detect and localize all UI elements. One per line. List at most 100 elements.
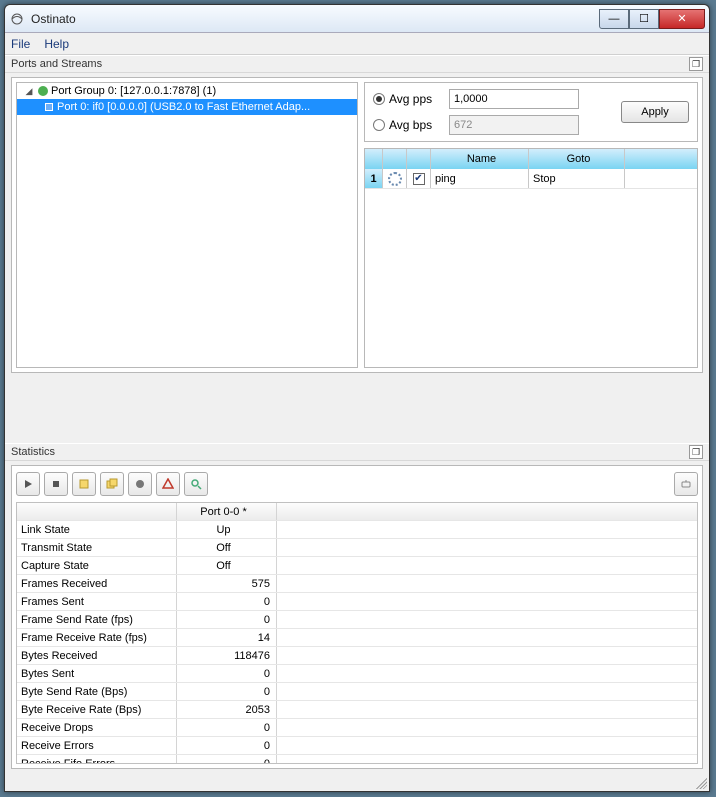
stats-value: 118476	[177, 647, 277, 664]
apply-button[interactable]: Apply	[621, 101, 689, 123]
stats-label: Frame Receive Rate (fps)	[17, 629, 177, 646]
stats-row: Transmit StateOff	[17, 539, 697, 557]
close-button[interactable]: ✕	[659, 9, 705, 29]
stats-label: Capture State	[17, 557, 177, 574]
play-button[interactable]	[16, 472, 40, 496]
port-row[interactable]: Port 0: if0 [0.0.0.0] (USB2.0 to Fast Et…	[17, 99, 357, 115]
row-index: 1	[365, 169, 383, 188]
stats-value: 0	[177, 719, 277, 736]
stats-label: Frames Received	[17, 575, 177, 592]
stats-row: Frame Receive Rate (fps)14	[17, 629, 697, 647]
stats-label: Byte Receive Rate (Bps)	[17, 701, 177, 718]
stats-row: Receive Errors0	[17, 737, 697, 755]
port-group-row[interactable]: ◢ Port Group 0: [127.0.0.1:7878] (1)	[17, 83, 357, 99]
stats-label: Receive Errors	[17, 737, 177, 754]
stats-row: Byte Receive Rate (Bps)2053	[17, 701, 697, 719]
stats-table[interactable]: Port 0-0 * Link StateUpTransmit StateOff…	[16, 502, 698, 764]
stats-value: Off	[177, 539, 277, 556]
status-dot-icon	[38, 86, 48, 96]
capture-start-button[interactable]	[128, 472, 152, 496]
stats-row: Frames Received575	[17, 575, 697, 593]
dock-ports-streams-title[interactable]: Ports and Streams ❐	[5, 55, 709, 73]
stats-value: 0	[177, 593, 277, 610]
stats-label: Frames Sent	[17, 593, 177, 610]
dock-ports-streams-label: Ports and Streams	[11, 58, 102, 70]
menubar: File Help	[5, 33, 709, 55]
avg-bps-field: 672	[449, 115, 579, 135]
port-label: Port 0: if0 [0.0.0.0] (USB2.0 to Fast Et…	[57, 101, 310, 113]
stats-row: Link StateUp	[17, 521, 697, 539]
stats-label: Receive Drops	[17, 719, 177, 736]
titlebar[interactable]: Ostinato — ☐ ✕	[5, 5, 709, 33]
stats-label: Bytes Sent	[17, 665, 177, 682]
stats-label: Transmit State	[17, 539, 177, 556]
resize-grip-icon[interactable]	[693, 775, 707, 789]
port-icon	[45, 103, 53, 111]
maximize-button[interactable]: ☐	[629, 9, 659, 29]
dock-undock-icon[interactable]: ❐	[689, 57, 703, 71]
stream-goto[interactable]: Stop	[529, 169, 625, 188]
view-capture-button[interactable]	[184, 472, 208, 496]
clear-button[interactable]	[72, 472, 96, 496]
stats-label: Link State	[17, 521, 177, 538]
minimize-button[interactable]: —	[599, 9, 629, 29]
menu-file[interactable]: File	[11, 37, 30, 51]
col-goto: Goto	[567, 153, 591, 165]
stats-port-header: Port 0-0 *	[200, 506, 246, 518]
col-name: Name	[467, 153, 496, 165]
stats-header-row: Port 0-0 *	[17, 503, 697, 521]
tree-collapse-icon[interactable]: ◢	[23, 86, 35, 97]
stats-row: Bytes Sent0	[17, 665, 697, 683]
radio-avg-bps[interactable]	[373, 119, 385, 131]
stats-label: Frame Send Rate (fps)	[17, 611, 177, 628]
stats-value: 2053	[177, 701, 277, 718]
clear-all-button[interactable]	[100, 472, 124, 496]
stats-value: Off	[177, 557, 277, 574]
stats-value: 0	[177, 755, 277, 764]
splitter-area[interactable]	[5, 373, 709, 443]
gear-icon	[388, 172, 402, 186]
stream-enable-checkbox[interactable]: ✔	[407, 169, 431, 188]
stats-label: Receive Fifo Errors	[17, 755, 177, 764]
radio-avg-pps[interactable]	[373, 93, 385, 105]
stats-value: 0	[177, 665, 277, 682]
avg-bps-label: Avg bps	[389, 118, 449, 132]
stats-value: 0	[177, 683, 277, 700]
statistics-panel: Port 0-0 * Link StateUpTransmit StateOff…	[5, 461, 709, 775]
stats-row: Frame Send Rate (fps)0	[17, 611, 697, 629]
avg-pps-field[interactable]: 1,0000	[449, 89, 579, 109]
stats-value: 14	[177, 629, 277, 646]
stats-value: Up	[177, 521, 277, 538]
stream-name[interactable]: ping	[431, 169, 529, 188]
stats-row: Frames Sent0	[17, 593, 697, 611]
stats-row: Byte Send Rate (Bps)0	[17, 683, 697, 701]
avg-pps-label: Avg pps	[389, 92, 449, 106]
stats-label: Bytes Received	[17, 647, 177, 664]
stats-label: Byte Send Rate (Bps)	[17, 683, 177, 700]
dock-statistics-label: Statistics	[11, 446, 55, 458]
stats-toolbar	[16, 470, 698, 502]
port-group-label: Port Group 0: [127.0.0.1:7878] (1)	[51, 85, 216, 97]
stats-value: 0	[177, 611, 277, 628]
stats-row: Bytes Received118476	[17, 647, 697, 665]
dock-undock-icon[interactable]: ❐	[689, 445, 703, 459]
ports-streams-panel: ◢ Port Group 0: [127.0.0.1:7878] (1) Por…	[11, 77, 703, 373]
stats-row: Capture StateOff	[17, 557, 697, 575]
resolve-button[interactable]	[674, 472, 698, 496]
stop-button[interactable]	[44, 472, 68, 496]
stats-value: 0	[177, 737, 277, 754]
streams-header-row: Name Goto	[365, 149, 697, 169]
app-icon	[9, 11, 25, 27]
stream-config-button[interactable]	[383, 169, 407, 188]
stats-row: Receive Fifo Errors0	[17, 755, 697, 764]
port-tree[interactable]: ◢ Port Group 0: [127.0.0.1:7878] (1) Por…	[16, 82, 358, 368]
window-title: Ostinato	[31, 12, 599, 26]
stream-row[interactable]: 1 ✔pingStop	[365, 169, 697, 189]
dock-statistics-title[interactable]: Statistics ❐	[5, 443, 709, 461]
rate-config: Avg pps 1,0000 Apply Avg bps 672	[364, 82, 698, 142]
app-window: Ostinato — ☐ ✕ File Help Ports and Strea…	[4, 4, 710, 792]
stats-row: Receive Drops0	[17, 719, 697, 737]
capture-stop-button[interactable]	[156, 472, 180, 496]
streams-table[interactable]: Name Goto 1 ✔pingStop	[364, 148, 698, 368]
menu-help[interactable]: Help	[44, 37, 69, 51]
